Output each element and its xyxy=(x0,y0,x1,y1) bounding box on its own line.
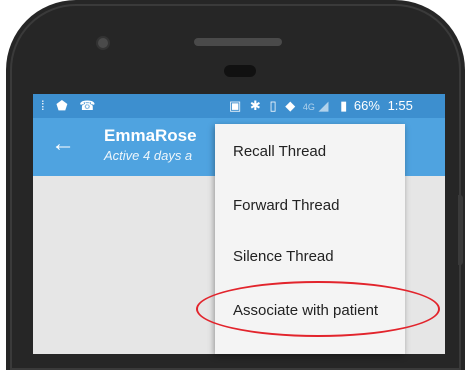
signal-icon: ◢ xyxy=(318,98,329,113)
menu-item-silence-thread[interactable]: Silence Thread xyxy=(233,248,334,265)
battery-percent: 66% xyxy=(353,98,380,113)
earpiece-speaker xyxy=(194,38,282,46)
bluetooth-icon: ✱ xyxy=(249,98,261,113)
wifi-icon: ◆ xyxy=(285,98,296,113)
clock: 1:55 xyxy=(387,98,413,113)
menu-item-forward-thread[interactable]: Forward Thread xyxy=(233,197,339,214)
proximity-sensor xyxy=(224,65,256,77)
side-button[interactable] xyxy=(458,195,463,265)
battery-icon: ▮ xyxy=(340,98,348,113)
network-type: 4G xyxy=(302,102,315,112)
menu-item-recall-thread[interactable]: Recall Thread xyxy=(233,143,326,160)
notification-icon: ⁞ xyxy=(41,98,45,113)
front-camera xyxy=(98,38,108,48)
back-arrow-icon[interactable]: ← xyxy=(51,130,75,158)
status-bar: ⁞ ⬟ ☎ ▣ ✱ ▯ ◆ 4G ◢ ▮ 66% 1:55 xyxy=(33,94,445,118)
contact-name[interactable]: EmmaRose xyxy=(104,126,197,146)
contact-status: Active 4 days a xyxy=(104,148,193,163)
missed-call-icon: ☎ xyxy=(79,98,96,113)
android-icon: ⬟ xyxy=(56,98,68,113)
highlight-circle xyxy=(196,281,440,337)
vibrate-icon: ▯ xyxy=(269,98,277,113)
cast-icon: ▣ xyxy=(229,98,242,113)
